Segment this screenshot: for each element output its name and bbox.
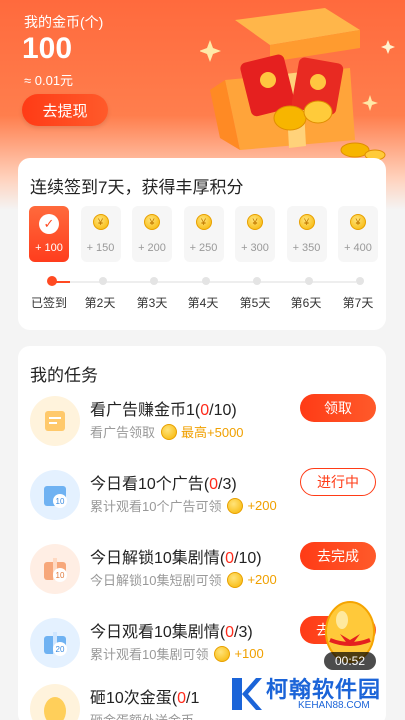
- signin-day-2[interactable]: ¥ + 150: [80, 206, 121, 262]
- task-title: 看广告赚金币1(0/10): [90, 402, 237, 419]
- go-complete-button[interactable]: 去完成: [300, 542, 376, 570]
- watermark-logo-icon: [226, 674, 262, 714]
- tasks-title: 我的任务: [30, 366, 98, 385]
- task-item: 看广告赚金币1(0/10) 看广告领取 最高+5000 领取: [18, 394, 386, 464]
- day-label: 已签到: [30, 296, 67, 310]
- task-desc: 看广告领取 最高+5000: [90, 423, 244, 440]
- task-desc: 砸金蛋额外送金币: [90, 710, 194, 720]
- day-label: 第3天: [136, 296, 168, 310]
- signin-day-value: + 250: [189, 242, 218, 254]
- day-label: 第2天: [84, 296, 116, 310]
- svg-text:20: 20: [56, 645, 65, 654]
- day-label: 第7天: [342, 296, 374, 310]
- signin-day-value: + 100: [35, 242, 63, 254]
- withdraw-button[interactable]: 去提现: [22, 94, 108, 126]
- coin-icon: [227, 571, 244, 588]
- coins-rmb-value: ≈ 0.01元: [24, 73, 74, 88]
- gift-10-icon: 10: [30, 470, 80, 520]
- signin-day-4[interactable]: ¥ + 250: [183, 206, 224, 262]
- day-label: 第4天: [187, 296, 219, 310]
- svg-text:10: 10: [56, 571, 65, 580]
- egg-timer: 00:52: [324, 652, 376, 670]
- signin-day-value: + 200: [138, 242, 166, 254]
- day-label: 第6天: [290, 296, 322, 310]
- progress-dot: [305, 277, 313, 285]
- progress-dot: [356, 277, 364, 285]
- signin-day-6[interactable]: ¥ + 350: [286, 206, 327, 262]
- task-title: 今日解锁10集剧情(0/10): [90, 550, 262, 567]
- gift-10-icon: 10: [30, 544, 80, 594]
- signin-day-value: + 400: [344, 242, 372, 254]
- egg-icon: [30, 684, 80, 720]
- task-title: 今日观看10集剧情(0/3): [90, 624, 253, 641]
- gift-box-illustration: [199, 0, 405, 170]
- coin-icon: ¥: [247, 214, 263, 230]
- task-desc: 今日解锁10集短剧可领 +200: [90, 571, 277, 588]
- claim-button[interactable]: 领取: [300, 394, 376, 422]
- coins-amount: 100: [22, 32, 73, 65]
- coin-icon: ¥: [298, 214, 315, 230]
- svg-text:10: 10: [56, 497, 65, 506]
- signin-day-value: + 150: [86, 242, 115, 254]
- coin-icon: [214, 645, 231, 662]
- signin-day-7[interactable]: ¥ + 400: [338, 206, 378, 262]
- task-item: 10 今日看10个广告(0/3) 累计观看10个广告可领 +200 进行中: [18, 468, 386, 538]
- watermark-subtext: KEHAN88.COM: [298, 700, 370, 711]
- signin-card: 连续签到7天，获得丰厚积分 ✓ + 100 ¥ + 150 ¥ + 200 ¥ …: [18, 158, 386, 330]
- coins-title: 我的金币(个): [24, 14, 104, 30]
- progress-dot: [253, 277, 261, 285]
- signin-days: ✓ + 100 ¥ + 150 ¥ + 200 ¥ + 250 ¥ + 300 …: [29, 206, 379, 262]
- ad-icon: [30, 396, 80, 446]
- progress-dot-active: [47, 276, 57, 286]
- check-icon: ✓: [39, 214, 59, 234]
- signin-day-3[interactable]: ¥ + 200: [132, 206, 172, 262]
- day-label: 第5天: [239, 296, 271, 310]
- gift-20-icon: 20: [30, 618, 80, 668]
- in-progress-button[interactable]: 进行中: [300, 468, 376, 496]
- progress-dot: [202, 277, 210, 285]
- coin-icon: [161, 423, 178, 440]
- signin-progress-fill: [56, 281, 70, 283]
- coin-icon: ¥: [195, 214, 212, 230]
- task-desc: 累计观看10集剧可领 +100: [90, 645, 264, 662]
- coin-icon: [227, 497, 244, 514]
- task-title: 砸10次金蛋(0/1: [90, 690, 200, 707]
- coin-icon: ¥: [144, 214, 160, 230]
- signin-day-1[interactable]: ✓ + 100: [29, 206, 69, 262]
- progress-dot: [99, 277, 107, 285]
- signin-day-value: + 350: [292, 242, 321, 254]
- coin-icon: ¥: [92, 214, 109, 230]
- coin-icon: ¥: [350, 214, 366, 230]
- task-desc: 累计观看10个广告可领 +200: [90, 497, 277, 514]
- task-title: 今日看10个广告(0/3): [90, 476, 237, 493]
- signin-day-value: + 300: [241, 242, 269, 254]
- watermark: 柯翰软件园 KEHAN88.COM: [222, 670, 405, 720]
- progress-dot: [150, 277, 158, 285]
- signin-title: 连续签到7天，获得丰厚积分: [30, 178, 244, 197]
- signin-day-5[interactable]: ¥ + 300: [235, 206, 275, 262]
